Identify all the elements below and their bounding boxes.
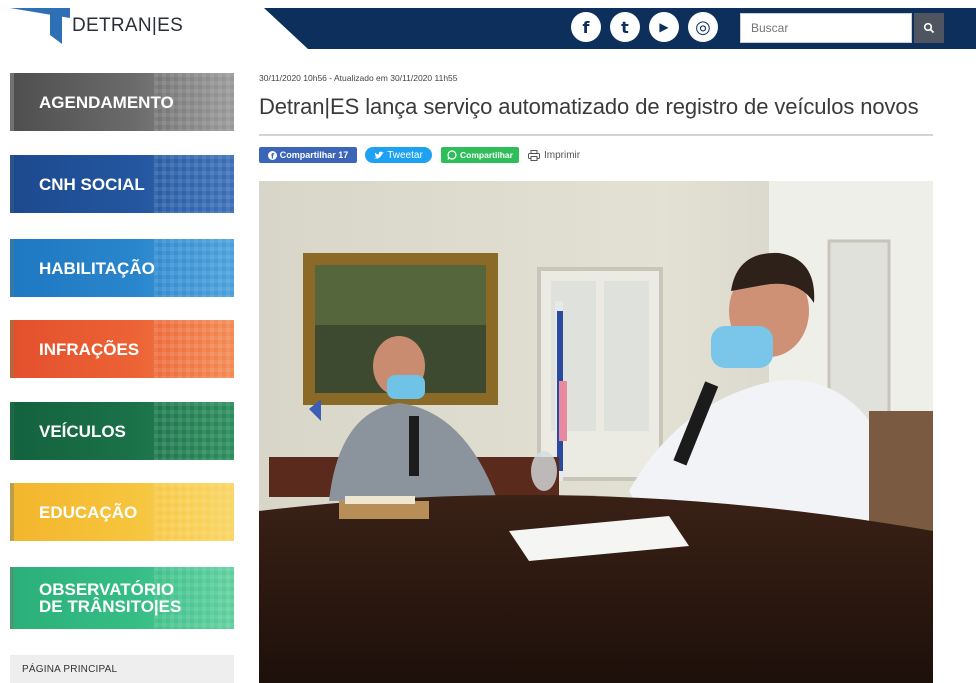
detran-logo[interactable]: DETRAN|ES	[10, 8, 183, 44]
share-label: Tweetar	[387, 149, 423, 161]
share-label: Compartilhar	[460, 150, 513, 160]
search-button[interactable]	[914, 13, 944, 43]
menu-label: INFRAÇÕES	[39, 339, 140, 359]
twitter-icon	[374, 151, 385, 159]
print-label: Imprimir	[544, 149, 581, 161]
menu-educacao[interactable]: EDUCAÇÃO	[10, 483, 234, 541]
menu-infracoes[interactable]: INFRAÇÕES	[10, 320, 234, 378]
logo-mark-icon	[10, 8, 70, 44]
article-photo	[259, 181, 933, 683]
menu-label: HABILITAÇÃO	[39, 258, 155, 278]
meeting-photo	[259, 181, 933, 683]
menu-agendamento[interactable]: AGENDAMENTO	[10, 73, 234, 131]
menu-cnh-social[interactable]: CNH SOCIAL	[10, 155, 234, 213]
article-meta: 30/11/2020 10h56 - Atualizado em 30/11/2…	[259, 73, 458, 83]
home-link[interactable]: PÁGINA PRINCIPAL	[10, 655, 234, 683]
facebook-share-button[interactable]: f Compartilhar 17	[259, 147, 357, 163]
youtube-icon[interactable]: ▶	[649, 12, 679, 42]
menu-veiculos[interactable]: VEÍCULOS	[10, 402, 234, 460]
search-input[interactable]	[740, 13, 912, 43]
menu-observatorio[interactable]: OBSERVATÓRIO DE TRÂNSITO|ES	[10, 567, 234, 629]
menu-habilitacao[interactable]: HABILITAÇÃO	[10, 239, 234, 297]
page-title: Detran|ES lança serviço automatizado de …	[259, 94, 919, 119]
whatsapp-icon	[447, 150, 457, 160]
menu-label: CNH SOCIAL	[39, 174, 145, 194]
divider	[259, 134, 933, 136]
instagram-icon[interactable]: ◎	[688, 12, 718, 42]
facebook-icon[interactable]: f	[571, 12, 601, 42]
tweet-button[interactable]: Tweetar	[365, 147, 432, 163]
search-icon	[923, 22, 935, 34]
social-links: f t ▶ ◎	[571, 12, 718, 42]
print-button[interactable]: Imprimir	[528, 147, 580, 163]
menu-label: EDUCAÇÃO	[39, 502, 138, 522]
logo-text: DETRAN|ES	[72, 15, 184, 36]
menu-label: VEÍCULOS	[39, 421, 126, 441]
facebook-icon: f	[267, 150, 277, 160]
twitter-icon[interactable]: t	[610, 12, 640, 42]
whatsapp-share-button[interactable]: Compartilhar	[441, 147, 519, 163]
printer-icon	[528, 149, 540, 161]
share-label: Compartilhar 17	[279, 150, 349, 160]
